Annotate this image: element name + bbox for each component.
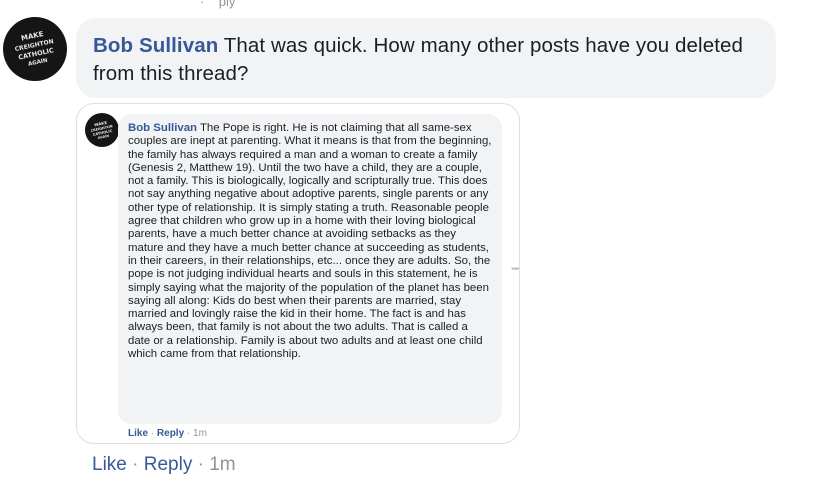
separator-dot: · <box>132 454 144 475</box>
comment-author[interactable]: Bob Sullivan <box>93 34 218 57</box>
avatar-logo-icon: MAKE CREIGHTON CATHOLIC AGAIN <box>14 30 54 68</box>
shared-comment-text: The Pope is right. He is not claiming th… <box>128 122 492 361</box>
shared-comment-avatar: MAKE CREIGHTON CATHOLIC AGAIN <box>85 113 119 147</box>
shared-comment-actions: Like · Reply · 1m <box>128 428 207 439</box>
avatar-logo-icon: MAKE CREIGHTON CATHOLIC AGAIN <box>90 120 113 140</box>
more-options-icon[interactable]: ••• <box>511 264 519 275</box>
separator-dot: · <box>197 454 210 475</box>
previous-actions-cut: · ply <box>200 0 236 9</box>
shared-comment-time[interactable]: 1m <box>193 428 207 439</box>
reply-link[interactable]: Reply <box>144 454 193 475</box>
shared-like-link[interactable]: Like <box>128 428 148 439</box>
avatar-text-line: AGAIN <box>28 58 49 68</box>
comment-bubble: Bob Sullivan That was quick. How many ot… <box>76 18 776 98</box>
shared-comment-author[interactable]: Bob Sullivan <box>128 122 197 134</box>
comment-actions: Like · Reply · 1m <box>92 454 236 476</box>
shared-reply-link[interactable]: Reply <box>157 428 184 439</box>
avatar[interactable]: MAKE CREIGHTON CATHOLIC AGAIN <box>3 17 67 81</box>
shared-comment-card[interactable]: MAKE CREIGHTON CATHOLIC AGAIN Bob Sulliv… <box>76 103 520 444</box>
shared-comment-bubble: Bob Sullivan The Pope is right. He is no… <box>118 114 502 424</box>
like-link[interactable]: Like <box>92 454 127 475</box>
comment-time[interactable]: 1m <box>209 454 235 475</box>
